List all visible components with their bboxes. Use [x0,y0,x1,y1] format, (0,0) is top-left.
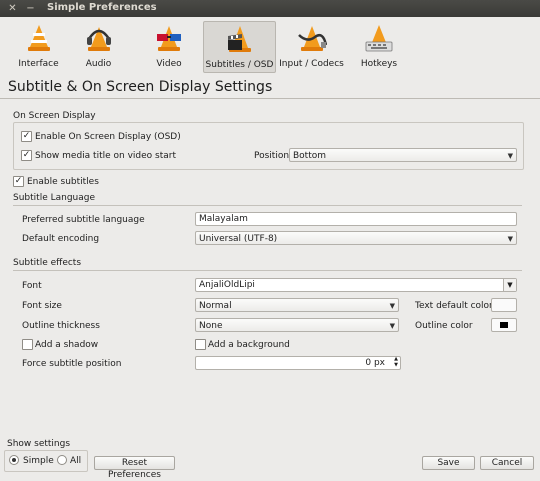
font-size-value: Normal [199,301,232,311]
outline-thickness-select[interactable]: None ▼ [195,318,399,332]
outline-thickness-label: Outline thickness [22,321,100,331]
force-position-label: Force subtitle position [22,359,122,369]
chevron-down-icon: ▼ [389,302,395,310]
cable-cone-icon [297,26,327,51]
all-label: All [70,456,82,466]
show-title-checkbox[interactable]: ✓ [21,150,32,161]
language-divider [13,205,522,206]
reset-preferences-button[interactable]: Reset Preferences [94,456,175,480]
position-label: Position [254,151,290,161]
spin-down-icon[interactable]: ▼ [394,362,398,368]
font-value: AnjaliOldLipi [199,280,255,290]
clapper-cone-icon [227,26,251,52]
language-section-label: Subtitle Language [13,193,96,203]
outline-thickness-value: None [199,321,223,331]
radio-selected-dot [12,458,16,462]
tab-video[interactable]: Video [141,21,197,71]
position-value: Bottom [293,151,327,161]
tab-hotkeys-label: Hotkeys [360,59,398,69]
chevron-down-icon: ▼ [389,322,395,330]
outline-color-button[interactable] [491,318,517,332]
tab-video-label: Video [156,59,182,69]
chevron-down-icon: ▼ [507,152,513,160]
default-encoding-select[interactable]: Universal (UTF-8) ▼ [195,231,517,245]
chevron-down-icon[interactable]: ▼ [503,279,516,291]
enable-subtitles-label: Enable subtitles [27,177,99,187]
default-encoding-label: Default encoding [22,234,100,244]
tab-audio[interactable]: Audio [71,21,126,71]
text-color-button[interactable] [491,298,517,312]
all-radio[interactable] [57,455,67,465]
font-combo[interactable]: AnjaliOldLipi ▼ [195,278,517,292]
show-title-label: Show media title on video start [35,151,176,161]
font-size-select[interactable]: Normal ▼ [195,298,399,312]
add-background-label: Add a background [208,340,290,350]
enable-osd-checkbox[interactable]: ✓ [21,131,32,142]
tab-subtitles-osd[interactable]: Subtitles / OSD [203,21,276,73]
enable-osd-label: Enable On Screen Display (OSD) [35,132,181,142]
tab-hotkeys[interactable]: Hotkeys [350,21,408,71]
preferred-language-label: Preferred subtitle language [22,215,145,225]
text-color-label: Text default color [415,301,493,311]
tab-audio-label: Audio [85,59,112,69]
outline-color-label: Outline color [415,321,473,331]
category-toolbar: Interface Audio Video Subtitles / OSD In… [0,17,540,74]
osd-section-label: On Screen Display [13,111,96,121]
enable-subtitles-checkbox[interactable]: ✓ [13,176,24,187]
vlc-cone-icon [27,25,50,51]
effects-divider [13,270,522,271]
glasses-cone-icon [157,26,181,51]
show-settings-label: Show settings [7,439,71,449]
add-shadow-checkbox[interactable] [22,339,33,350]
tab-interface[interactable]: Interface [8,21,69,71]
chevron-down-icon: ▼ [507,235,513,243]
window-title: Simple Preferences [47,2,157,13]
simple-label: Simple [23,456,54,466]
tab-input-codecs-label: Input / Codecs [279,59,344,69]
position-select[interactable]: Bottom ▼ [289,148,517,162]
force-position-spinbox[interactable]: 0 px ▲ ▼ [195,356,401,370]
preferred-language-input[interactable]: Malayalam [195,212,517,226]
keyboard-cone-icon [365,25,393,52]
save-button[interactable]: Save [422,456,475,470]
force-position-value: 0 px [365,358,385,368]
outline-color-swatch [500,322,508,328]
font-size-label: Font size [22,301,62,311]
title-bar: ✕ − Simple Preferences [0,0,540,17]
osd-group [13,122,524,170]
page-title: Subtitle & On Screen Display Settings [8,79,273,95]
header-divider [0,98,540,99]
close-icon[interactable]: ✕ [6,2,19,15]
minimize-icon[interactable]: − [24,2,37,15]
headphones-cone-icon [86,27,111,51]
tab-input-codecs[interactable]: Input / Codecs [279,21,344,71]
default-encoding-value: Universal (UTF-8) [199,234,278,244]
tab-interface-label: Interface [18,59,59,69]
cancel-button[interactable]: Cancel [480,456,534,470]
effects-section-label: Subtitle effects [13,258,82,268]
font-label: Font [22,281,42,291]
simple-radio[interactable] [9,455,19,465]
add-shadow-label: Add a shadow [35,340,99,350]
add-background-checkbox[interactable] [195,339,206,350]
tab-subtitles-osd-label: Subtitles / OSD [205,60,274,70]
